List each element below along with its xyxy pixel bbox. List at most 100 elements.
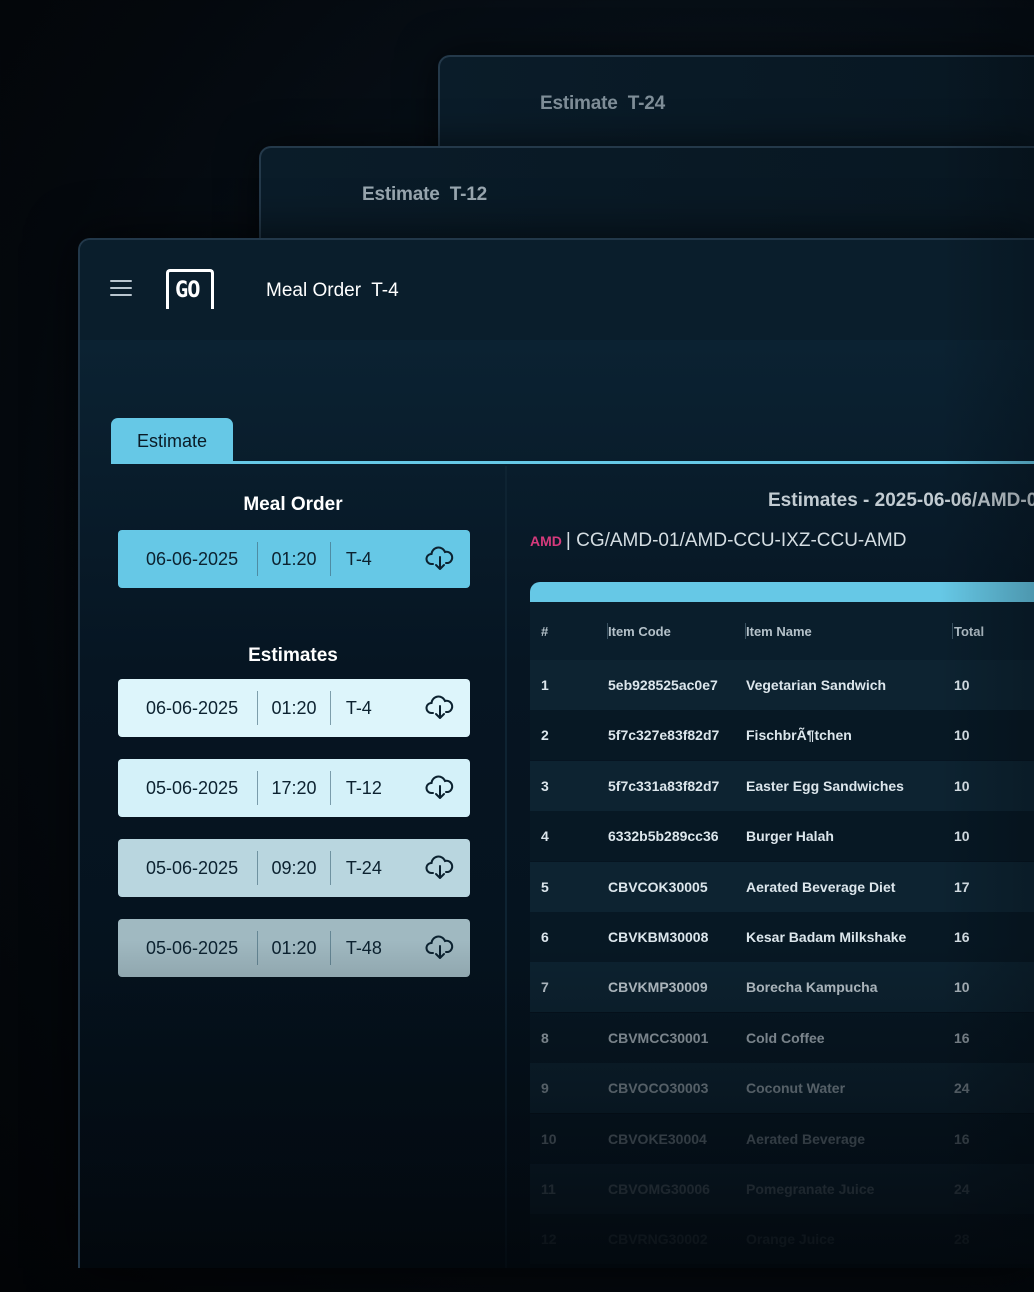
item-code: 5f7c327e83f82d7 (608, 727, 720, 744)
cloud-download-icon[interactable] (410, 695, 470, 721)
table-row[interactable]: 7 CBVKMP30009 Borecha Kampucha 10 (530, 962, 1034, 1013)
row-number: 5 (541, 878, 549, 895)
column-header-total: Total (954, 623, 985, 639)
item-name: Orange Juice (746, 1231, 835, 1248)
estimate-entry[interactable]: 05-06-2025 17:20 T-12 (118, 759, 470, 817)
item-name: Aerated Beverage Diet (746, 878, 896, 895)
table-row[interactable]: 6 CBVKBM30008 Kesar Badam Milkshake 16 (530, 912, 1034, 962)
table-row[interactable]: 8 CBVMCC30001 Cold Coffee 16 (530, 1012, 1034, 1063)
panel-divider (505, 466, 507, 1268)
item-name: Kesar Badam Milkshake (746, 929, 907, 945)
separator (257, 771, 259, 805)
hamburger-menu-icon[interactable] (110, 280, 132, 296)
tab-estimate[interactable]: Estimate (111, 418, 233, 464)
logo-text: GO (175, 278, 200, 303)
entry-date: 05-06-2025 (146, 857, 239, 878)
separator (257, 691, 259, 725)
separator (329, 691, 331, 725)
item-name: Aerated Beverage (746, 1130, 866, 1147)
row-number: 7 (541, 979, 549, 996)
cloud-download-icon[interactable] (410, 935, 470, 961)
row-number: 4 (541, 828, 549, 845)
top-bar: GO Meal Order T-4 (80, 240, 1034, 340)
entry-tag: T-4 (345, 697, 372, 718)
table-row[interactable]: 4 6332b5b289cc36 Burger Halah 10 (530, 811, 1034, 862)
item-total: 10 (954, 828, 970, 845)
separator (257, 851, 259, 885)
table-header: # Item Code Item Name Total (530, 602, 1034, 660)
row-number: 3 (541, 777, 549, 794)
item-code: CBVOMG30006 (608, 1181, 710, 1197)
row-number: 10 (541, 1130, 557, 1147)
item-total: 10 (954, 727, 970, 744)
item-name: Borecha Kampucha (746, 979, 878, 996)
row-number: 1 (541, 677, 549, 693)
item-name: Cold Coffee (746, 1029, 825, 1046)
route-line: AMD | CG/AMD-01/AMD-CCU-IXZ-CCU-AMD (530, 530, 906, 552)
estimate-entry[interactable]: 05-06-2025 01:20 T-48 (118, 919, 470, 977)
item-code: 6332b5b289cc36 (608, 828, 719, 845)
cloud-download-icon[interactable] (410, 546, 470, 572)
separator (329, 542, 331, 576)
entry-time: 01:20 (271, 937, 317, 958)
meal-order-window: GO Meal Order T-4 Estimate Meal Order 06… (78, 238, 1034, 1268)
item-name: Burger Halah (746, 828, 834, 845)
entry-time: 17:20 (271, 777, 317, 798)
route-text: | CG/AMD-01/AMD-CCU-IXZ-CCU-AMD (565, 530, 907, 551)
column-header-item-name: Item Name (746, 602, 953, 660)
item-total: 24 (954, 1080, 970, 1097)
meal-order-entry[interactable]: 06-06-2025 01:20 T-4 (118, 530, 470, 588)
cloud-download-icon[interactable] (410, 775, 470, 801)
estimate-entry[interactable]: 06-06-2025 01:20 T-4 (118, 679, 470, 737)
separator (329, 931, 331, 965)
item-name: Vegetarian Sandwich (746, 677, 887, 693)
entry-tag: T-48 (345, 937, 382, 958)
item-code: CBVOKE30004 (608, 1130, 707, 1147)
item-total: 16 (954, 1029, 970, 1046)
app-logo: GO (166, 269, 214, 309)
entry-time: 01:20 (271, 548, 317, 569)
entry-date: 05-06-2025 (146, 937, 239, 958)
item-total: 17 (954, 878, 970, 895)
row-number: 9 (541, 1080, 549, 1097)
item-name: Coconut Water (746, 1080, 846, 1097)
table-row[interactable]: 5 CBVCOK30005 Aerated Beverage Diet 17 (530, 861, 1034, 912)
table-top-accent (530, 582, 1034, 602)
item-code: CBVKBM30008 (608, 929, 709, 945)
entry-tag: T-4 (345, 548, 372, 569)
item-total: 10 (954, 979, 970, 996)
item-name: FischbrÃ¶tchen (746, 727, 852, 744)
item-total: 16 (954, 1130, 970, 1147)
estimates-header: Estimates - 2025-06-06/AMD-0 (768, 490, 1034, 511)
item-total: 16 (954, 929, 970, 945)
entry-time: 09:20 (271, 857, 317, 878)
column-header-number: # (530, 602, 608, 660)
item-code: CBVCOK30005 (608, 878, 708, 895)
item-code: CBVOCO30003 (608, 1080, 709, 1097)
row-number: 11 (541, 1181, 556, 1197)
entry-date: 06-06-2025 (146, 697, 239, 718)
table-row[interactable]: 10 CBVOKE30004 Aerated Beverage 16 (530, 1113, 1034, 1164)
estimate-entry[interactable]: 05-06-2025 09:20 T-24 (118, 839, 470, 897)
column-header-item-code: Item Code (608, 602, 746, 660)
cloud-download-icon[interactable] (410, 855, 470, 881)
entry-tag: T-12 (345, 777, 382, 798)
item-name: Easter Egg Sandwiches (746, 777, 904, 794)
separator (257, 931, 259, 965)
table-row[interactable]: 9 CBVOCO30003 Coconut Water 24 (530, 1063, 1034, 1114)
table-row[interactable]: 12 CBVRNG30002 Orange Juice 28 (530, 1214, 1034, 1265)
table-row[interactable]: 1 5eb928525ac0e7 Vegetarian Sandwich 10 (530, 660, 1034, 710)
estimate-t24-title: Estimate T-24 (540, 93, 665, 114)
item-name: Pomegranate Juice (746, 1181, 875, 1197)
estimates-heading: Estimates (248, 645, 338, 666)
table-row[interactable]: 3 5f7c331a83f82d7 Easter Egg Sandwiches 10 (530, 760, 1034, 811)
separator (257, 542, 259, 576)
table-row[interactable]: 2 5f7c327e83f82d7 FischbrÃ¶tchen 10 (530, 710, 1034, 761)
item-code: CBVKMP30009 (608, 979, 708, 996)
entry-time: 01:20 (271, 697, 317, 718)
row-number: 12 (541, 1231, 557, 1248)
table-row[interactable]: 11 CBVOMG30006 Pomegranate Juice 24 (530, 1164, 1034, 1214)
separator (329, 771, 331, 805)
page-title: Meal Order T-4 (266, 280, 399, 301)
item-code: 5f7c331a83f82d7 (608, 777, 720, 794)
